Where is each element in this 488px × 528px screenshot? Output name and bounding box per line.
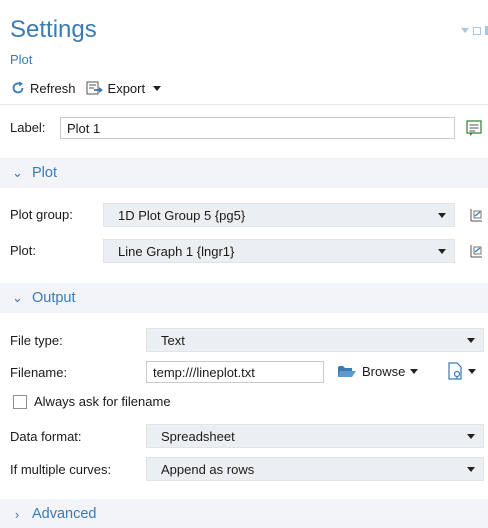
multiple-curves-value: Append as rows	[161, 461, 255, 477]
filename-label: Filename:	[10, 365, 68, 380]
folder-open-icon	[337, 363, 357, 379]
section-plot-title: Plot	[32, 165, 57, 181]
plot-group-label: Plot group:	[10, 207, 73, 222]
file-type-label: File type:	[10, 333, 63, 348]
multiple-curves-label: If multiple curves:	[10, 462, 112, 477]
multiple-curves-select[interactable]: Append as rows	[146, 457, 484, 481]
plot-label: Plot:	[10, 243, 37, 258]
divider	[0, 104, 488, 105]
label-field-label: Label:	[10, 120, 46, 135]
label-input[interactable]	[60, 117, 455, 139]
page-subtitle: Plot	[10, 52, 33, 67]
chevron-down-icon	[438, 248, 446, 254]
plot-group-select[interactable]: 1D Plot Group 5 {pg5}	[103, 203, 455, 227]
edit-note-icon	[465, 119, 483, 137]
window-controls[interactable]	[461, 26, 488, 35]
export-icon	[86, 80, 104, 96]
chevron-right-icon: ›	[14, 506, 20, 522]
plot-goto-button[interactable]	[466, 241, 486, 261]
section-advanced-title: Advanced	[32, 506, 97, 522]
data-format-select[interactable]: Spreadsheet	[146, 424, 484, 448]
export-label: Export	[107, 80, 146, 96]
section-output-title: Output	[32, 290, 76, 306]
chevron-down-icon	[438, 212, 446, 218]
export-button[interactable]: Export	[86, 80, 162, 96]
refresh-button[interactable]: Refresh	[10, 80, 76, 96]
plot-group-value: 1D Plot Group 5 {pg5}	[118, 207, 246, 223]
file-type-value: Text	[161, 332, 185, 348]
page-title: Settings	[10, 16, 97, 43]
refresh-icon	[10, 80, 26, 96]
file-location-icon	[446, 362, 464, 380]
always-ask-checkbox[interactable]	[13, 395, 27, 409]
chevron-down-icon: ⌄	[12, 290, 23, 305]
chevron-down-icon	[410, 368, 419, 374]
maximize-icon[interactable]	[473, 26, 481, 35]
label-edit-button[interactable]	[464, 118, 484, 138]
collapse-arrow-icon[interactable]	[461, 28, 469, 33]
plot-group-goto-button[interactable]	[466, 205, 486, 225]
filename-input[interactable]	[146, 361, 324, 383]
always-ask-checkbox-row[interactable]: Always ask for filename	[13, 394, 171, 410]
plot-select[interactable]: Line Graph 1 {lngr1}	[103, 239, 455, 263]
data-format-label: Data format:	[10, 429, 82, 444]
file-location-button[interactable]	[446, 362, 476, 380]
export-dropdown-caret-icon[interactable]	[153, 85, 162, 91]
chevron-down-icon	[468, 368, 476, 374]
always-ask-label: Always ask for filename	[34, 394, 171, 409]
chevron-down-icon	[467, 433, 475, 439]
chevron-down-icon	[467, 466, 475, 472]
plot-value: Line Graph 1 {lngr1}	[118, 243, 235, 259]
chevron-down-icon	[467, 337, 475, 343]
section-plot-header[interactable]: ⌄ Plot	[0, 158, 488, 188]
browse-button[interactable]: Browse	[337, 363, 419, 379]
file-type-select[interactable]: Text	[146, 328, 484, 352]
section-advanced-header[interactable]: › Advanced	[0, 499, 488, 528]
go-to-source-icon	[468, 207, 484, 223]
chevron-down-icon: ⌄	[12, 165, 23, 180]
section-output-header[interactable]: ⌄ Output	[0, 283, 488, 313]
browse-label: Browse	[362, 363, 406, 379]
refresh-label: Refresh	[30, 80, 76, 96]
toolbar: Refresh Export	[10, 78, 162, 98]
go-to-source-icon	[468, 243, 484, 259]
data-format-value: Spreadsheet	[161, 428, 235, 444]
